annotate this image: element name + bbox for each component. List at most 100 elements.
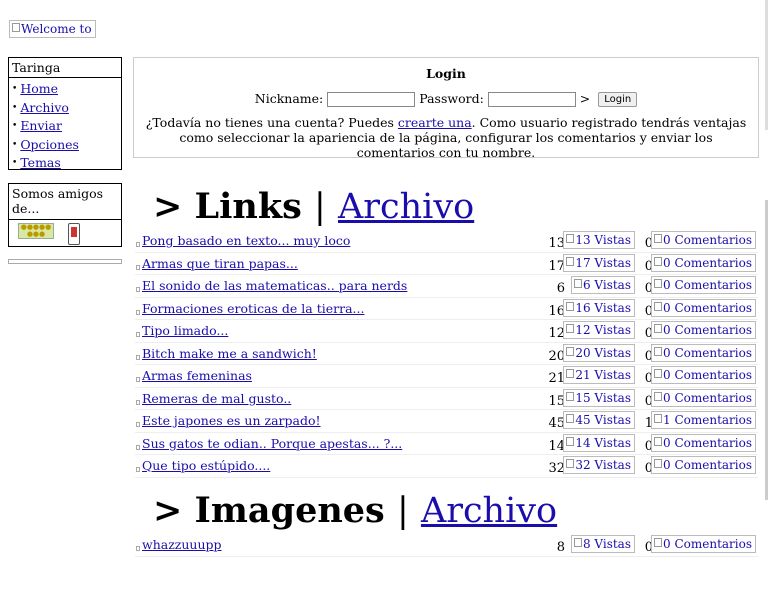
bullet-icon [136, 422, 140, 427]
login-button[interactable]: Login [598, 92, 638, 107]
broken-image-icon [654, 436, 662, 446]
comments-image[interactable]: 1 Comentarios [651, 411, 756, 429]
item-title-link[interactable]: Bitch make me a sandwich! [142, 346, 317, 361]
broken-image-icon [654, 369, 662, 378]
views-image: 21 Vistas [563, 366, 635, 384]
item-title-link[interactable]: Este japones es un zarpado! [142, 413, 321, 428]
list-item: Formaciones eroticas de la tierra... 16 16… [135, 298, 758, 320]
sidebar-link-archivo[interactable]: Archivo [20, 100, 69, 115]
bullet-icon [136, 332, 140, 337]
broken-image-icon [566, 301, 575, 311]
item-title-link[interactable]: Remeras de mal gusto.. [142, 391, 291, 406]
broken-image-icon [654, 459, 662, 468]
imagenes-section-heading: > Imagenes | Archivo [153, 490, 557, 531]
bullet-icon [136, 354, 140, 360]
item-title-link[interactable]: whazzuuupp [142, 537, 222, 552]
password-label: Password: [419, 91, 484, 106]
links-list: Pong basado en texto... muy loco 13 13 Vis… [135, 230, 758, 478]
comments-image[interactable]: 0 Comentarios [651, 535, 756, 553]
views-image: 12 Vistas [563, 321, 635, 339]
nickname-input[interactable] [327, 92, 416, 107]
broken-image-icon [566, 324, 575, 333]
comments-image[interactable]: 0 Comentarios [651, 388, 756, 407]
arrow-glyph: > [579, 91, 591, 106]
bullet-icon [136, 264, 140, 270]
list-item: Este japones es un zarpado! 45 45 Vistas 1 1… [135, 410, 758, 433]
password-input[interactable] [487, 92, 576, 107]
views-image: 16 Vistas [563, 298, 635, 317]
broken-image-icon [654, 301, 662, 311]
friend-links: ●●●●● ●●● [9, 220, 121, 248]
item-title-link[interactable]: El sonido de las matematicas.. para nerd… [142, 278, 407, 293]
item-title-link[interactable]: Sus gatos te odian.. Porque apestas... ?… [142, 436, 402, 451]
links-heading-label: > Links [153, 186, 302, 227]
item-title-link[interactable]: Tipo limado... [142, 323, 228, 338]
imagenes-archive-link[interactable]: Archivo [421, 491, 557, 531]
site-logo[interactable]: Welcome to [9, 20, 96, 38]
login-form: Nickname: Password: > Login [134, 91, 758, 107]
views-count: 6 [556, 281, 565, 296]
views-count: 8 [556, 540, 565, 555]
sidebar-item-home: • Home [12, 81, 58, 96]
broken-image-icon [573, 279, 582, 288]
comments-image[interactable]: 0 Comentarios [651, 276, 756, 294]
comments-image[interactable]: 0 Comentarios [651, 298, 756, 317]
list-item: El sonido de las matematicas.. para nerd… [135, 275, 758, 298]
register-link[interactable]: crearte una [398, 115, 472, 130]
register-info: ¿Todavía no tienes una cuenta? Puedes cr… [145, 115, 747, 160]
bullet-icon [136, 546, 140, 551]
views-image: 20 Vistas [563, 343, 635, 362]
links-section-heading: > Links | Archivo [153, 186, 474, 227]
sidebar-link-opciones[interactable]: Opciones [20, 137, 79, 152]
bullet-icon [136, 242, 140, 247]
item-title-link[interactable]: Que tipo estúpido.... [142, 458, 270, 473]
list-item: Tipo limado... 12 12 Vistas 0 0 Comentarios [135, 320, 758, 343]
nickname-label: Nickname: [254, 91, 324, 106]
sidebar-link-home[interactable]: Home [20, 81, 58, 96]
friends-title: Somos amigos de... [9, 184, 121, 220]
comments-image[interactable]: 0 Comentarios [651, 321, 756, 339]
bullet-icon [136, 309, 140, 315]
item-title-link[interactable]: Pong basado en texto... muy loco [142, 233, 350, 248]
broken-image-icon [654, 324, 662, 333]
comments-image[interactable]: 0 Comentarios [651, 253, 756, 272]
broken-image-icon [566, 436, 575, 446]
views-image: 32 Vistas [563, 456, 635, 474]
phone-icon[interactable] [68, 223, 80, 245]
broken-image-icon [566, 391, 575, 401]
sidebar-nav-box: Taringa • Home • Archivo • Enviar • Opciones… [8, 57, 122, 170]
sidebar-item-archivo: • Archivo [12, 99, 69, 115]
sidebar-link-temas[interactable]: Temas [20, 155, 61, 170]
broken-image-icon [12, 23, 20, 32]
bullet-icon [136, 444, 140, 450]
broken-image-icon [566, 256, 575, 266]
bullet-icon [136, 467, 140, 472]
comments-image[interactable]: 0 Comentarios [651, 456, 756, 474]
broken-image-icon [566, 369, 575, 378]
links-archive-link[interactable]: Archivo [338, 187, 474, 227]
views-image: 45 Vistas [563, 411, 635, 429]
item-title-link[interactable]: Armas que tiran papas... [142, 256, 298, 271]
friend-banner-image[interactable]: ●●●●● ●●● [18, 223, 54, 239]
broken-image-icon [654, 391, 662, 401]
comments-image[interactable]: 0 Comentarios [651, 343, 756, 362]
sidebar-menu: • Home • Archivo • Enviar • Opciones • Temas [9, 78, 121, 176]
comments-image[interactable]: 0 Comentarios [651, 231, 756, 249]
imagenes-list: whazzuuupp 8 8 Vistas 0 0 Comentarios [135, 534, 758, 557]
sidebar-link-enviar[interactable]: Enviar [20, 118, 62, 133]
heading-separator: | [396, 491, 409, 531]
list-item: Armas femeninas 21 21 Vistas 0 0 Comentarios [135, 365, 758, 388]
bullet-icon [136, 287, 140, 292]
list-item: Sus gatos te odian.. Porque apestas... ?… [135, 433, 758, 455]
views-image: 6 Vistas [570, 276, 635, 294]
sidebar-item-opciones: • Opciones [12, 136, 79, 152]
broken-image-icon [654, 414, 662, 423]
item-title-link[interactable]: Armas femeninas [142, 368, 252, 383]
imagenes-heading-label: > Imagenes [153, 490, 385, 531]
comments-image[interactable]: 0 Comentarios [651, 433, 756, 452]
broken-image-icon [566, 234, 575, 243]
bullet-icon [136, 377, 140, 382]
login-panel: Login Nickname: Password: > Login ¿Todav… [133, 57, 759, 160]
comments-image[interactable]: 0 Comentarios [651, 366, 756, 384]
item-title-link[interactable]: Formaciones eroticas de la tierra... [142, 301, 364, 316]
